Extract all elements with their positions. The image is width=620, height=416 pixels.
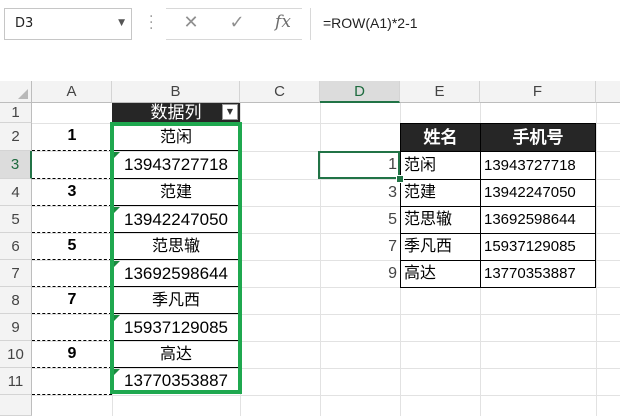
cell-a10[interactable]: 9 <box>32 341 112 368</box>
cell-f5-phone[interactable]: 13692598644 <box>480 206 596 234</box>
gridline <box>32 395 620 396</box>
formula-input[interactable]: =ROW(A1)*2-1 <box>310 8 620 40</box>
cell-d4-index[interactable]: 3 <box>320 179 400 206</box>
cell-a4[interactable]: 3 <box>32 179 112 206</box>
column-header-g[interactable] <box>596 81 620 103</box>
column-header-c[interactable]: C <box>240 81 320 103</box>
row-header-10[interactable]: 10 <box>0 341 32 368</box>
row-header-8[interactable]: 8 <box>0 287 32 314</box>
cell-a11[interactable] <box>32 368 112 395</box>
fill-handle[interactable] <box>396 175 404 183</box>
cancel-icon[interactable]: ✕ <box>180 12 202 34</box>
column-header-d[interactable]: D <box>320 81 400 103</box>
active-cell-d3[interactable] <box>318 151 400 179</box>
cell-e5-name[interactable]: 范思辙 <box>400 206 481 234</box>
row-header-4[interactable]: 4 <box>0 179 32 206</box>
cell-e6-name[interactable]: 季凡西 <box>400 233 481 261</box>
row-header-7[interactable]: 7 <box>0 260 32 287</box>
row-header-9[interactable]: 9 <box>0 314 32 341</box>
column-header-b[interactable]: B <box>112 81 240 103</box>
cell-e3-name[interactable]: 范闲 <box>400 151 481 180</box>
result-header-phone[interactable]: 手机号 <box>480 123 596 152</box>
cell-d7-index[interactable]: 9 <box>320 260 400 287</box>
formula-text: =ROW(A1)*2-1 <box>323 15 418 31</box>
cell-e7-name[interactable]: 高达 <box>400 260 481 288</box>
row-header-2[interactable]: 2 <box>0 123 32 151</box>
name-box-value: D3 <box>15 16 34 31</box>
highlight-frame <box>110 122 242 394</box>
cell-f4-phone[interactable]: 13942247050 <box>480 179 596 207</box>
result-header-name[interactable]: 姓名 <box>400 123 481 152</box>
row-header-11[interactable]: 11 <box>0 368 32 395</box>
name-box[interactable]: D3 ▼ <box>4 8 132 40</box>
cell-e4-name[interactable]: 范建 <box>400 179 481 207</box>
cell-a2[interactable]: 1 <box>32 123 112 151</box>
cell-f7-phone[interactable]: 13770353887 <box>480 260 596 288</box>
filter-dropdown-icon[interactable]: ▼ <box>222 104 238 120</box>
cell-a7[interactable] <box>32 260 112 287</box>
cell-d6-index[interactable]: 7 <box>320 233 400 260</box>
column-header-a[interactable]: A <box>32 81 112 103</box>
cell-f6-phone[interactable]: 15937129085 <box>480 233 596 261</box>
cell-a3[interactable] <box>32 151 112 179</box>
select-all-corner[interactable] <box>0 81 32 103</box>
row-header-12[interactable] <box>0 395 32 416</box>
column-header-e[interactable]: E <box>400 81 480 103</box>
column-header-f[interactable]: F <box>480 81 596 103</box>
chevron-down-icon[interactable]: ▼ <box>118 18 125 28</box>
grip-dots-icon[interactable]: · · · <box>149 10 155 36</box>
row-header-6[interactable]: 6 <box>0 233 32 260</box>
row-header-3[interactable]: 3 <box>0 151 32 179</box>
formula-bar: D3 ▼ · · · ✕ ✓ fx =ROW(A1)*2-1 <box>0 0 620 58</box>
cell-d5-index[interactable]: 5 <box>320 206 400 233</box>
cell-b1-header[interactable]: 数据列 <box>112 103 240 123</box>
cell-a6[interactable]: 5 <box>32 233 112 260</box>
cell-a9[interactable] <box>32 314 112 341</box>
row-header-1[interactable]: 1 <box>0 103 32 123</box>
cell-a8[interactable]: 7 <box>32 287 112 314</box>
cell-f3-phone[interactable]: 13943727718 <box>480 151 596 180</box>
insert-function-icon[interactable]: fx <box>272 11 294 33</box>
row-header-5[interactable]: 5 <box>0 206 32 233</box>
enter-check-icon[interactable]: ✓ <box>226 12 248 34</box>
cell-a5[interactable] <box>32 206 112 233</box>
